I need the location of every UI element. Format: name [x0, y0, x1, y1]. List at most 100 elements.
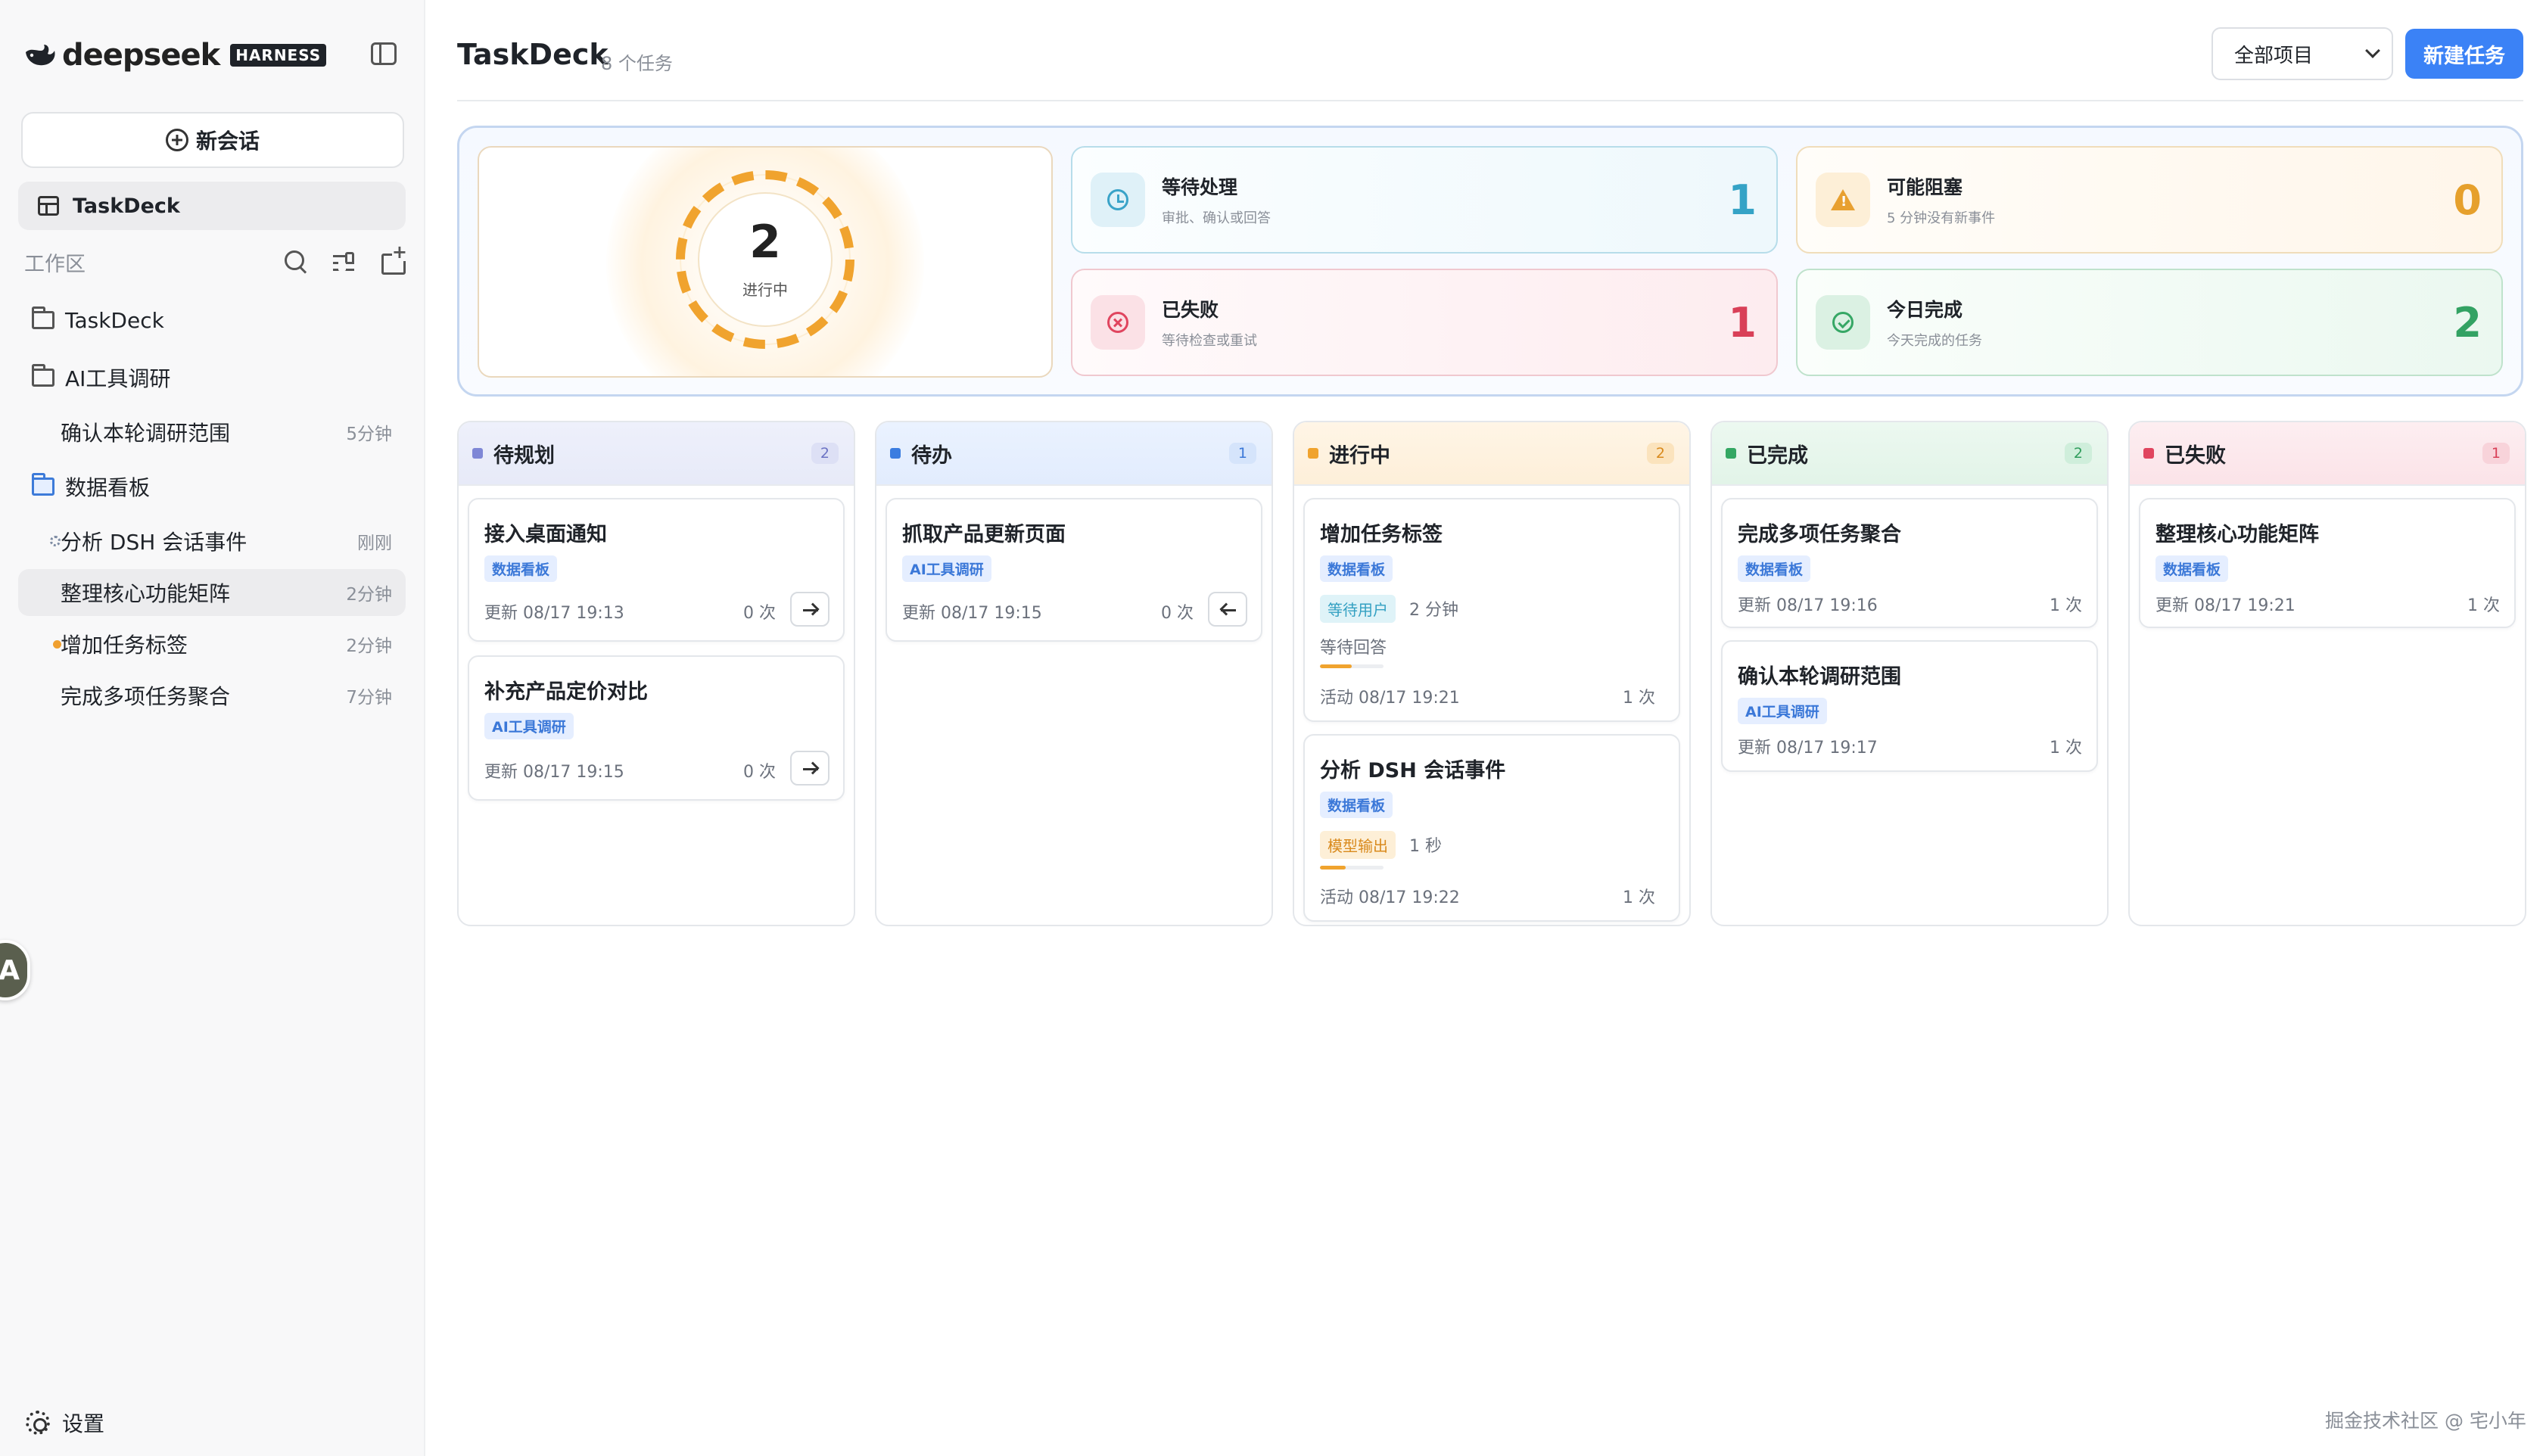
stat-value: 1	[1728, 298, 1757, 347]
task-run-count: 0 次	[743, 763, 776, 782]
progress-bar	[1320, 866, 1384, 870]
project-select[interactable]: 全部项目	[2212, 27, 2393, 80]
task-card[interactable]: 完成多项任务聚合 数据看板 更新 08/17 19:16 1 次	[1721, 498, 2098, 628]
tree-item-task[interactable]: 完成多项任务聚合 7分钟	[18, 672, 406, 719]
move-left-button[interactable]	[1208, 592, 1247, 627]
new-folder-icon[interactable]	[380, 243, 407, 275]
move-right-button[interactable]	[790, 751, 830, 786]
task-card[interactable]: 接入桌面通知 数据看板 更新 08/17 19:13 0 次	[468, 498, 845, 642]
tree-item-label: TaskDeck	[65, 307, 164, 333]
column-color-icon	[472, 448, 483, 459]
status-duration: 1 秒	[1409, 837, 1442, 856]
tree-item-label: 增加任务标签	[61, 633, 188, 658]
task-card[interactable]: 分析 DSH 会话事件 数据看板 模型输出 1 秒 活动 08/17 19:22…	[1303, 734, 1680, 922]
project-tag: 数据看板	[484, 555, 558, 582]
check-circle-icon	[1832, 312, 1854, 333]
move-right-button[interactable]	[790, 592, 830, 627]
tree-item-task-active[interactable]: 整理核心功能矩阵 2分钟	[18, 569, 406, 616]
tree-item-task[interactable]: 分析 DSH 会话事件 刚刚	[18, 518, 406, 565]
stat-card-failed[interactable]: 已失败 等待检查或重试 1	[1071, 269, 1778, 376]
table-icon	[38, 196, 59, 216]
new-chat-button[interactable]: 新会话	[21, 112, 404, 168]
clock-icon	[1107, 189, 1128, 210]
task-count: 8 个任务	[601, 53, 673, 74]
in-progress-ring-card: 2 进行中	[478, 146, 1053, 378]
task-card[interactable]: 抓取产品更新页面 AI工具调研 更新 08/17 19:15 0 次	[886, 498, 1262, 642]
stat-desc: 5 分钟没有新事件	[1887, 210, 1996, 226]
column-title: 待办	[911, 443, 952, 468]
task-activity: 活动 08/17 19:22	[1320, 888, 1460, 907]
stat-text: 等待处理 审批、确认或回答	[1162, 173, 1728, 227]
nav-item-taskdeck[interactable]: TaskDeck	[18, 182, 406, 230]
task-card[interactable]: 增加任务标签 数据看板 等待用户 2 分钟 等待回答 活动 08/17 19:2…	[1303, 498, 1680, 722]
avatar-letter: A	[0, 954, 20, 986]
tree-item-task[interactable]: 确认本轮调研范围 5分钟	[18, 409, 406, 456]
spinner-icon	[50, 536, 61, 546]
column-count: 1	[2482, 443, 2510, 464]
tree-item-time: 2分钟	[346, 636, 392, 656]
status-pill: 等待用户	[1320, 595, 1396, 623]
column-title: 待规划	[493, 443, 555, 468]
tree-folder-ai-research[interactable]: AI工具调研	[18, 354, 406, 401]
stat-card-blocked[interactable]: 可能阻塞 5 分钟没有新事件 0	[1796, 146, 2503, 254]
sidebar: deepseek HARNESS 新会话 TaskDeck 工作区 TaskDe…	[0, 0, 425, 1456]
task-title: 接入桌面通知	[484, 523, 607, 546]
task-title: 分析 DSH 会话事件	[1320, 759, 1506, 782]
x-circle-icon	[1107, 312, 1128, 333]
tree-folder-taskdeck[interactable]: TaskDeck	[18, 297, 406, 344]
stat-card-waiting[interactable]: 等待处理 审批、确认或回答 1	[1071, 146, 1778, 254]
task-card[interactable]: 补充产品定价对比 AI工具调研 更新 08/17 19:15 0 次	[468, 655, 845, 801]
new-task-button[interactable]: 新建任务	[2405, 29, 2523, 79]
folder-icon	[32, 473, 54, 496]
sidebar-collapse-icon[interactable]	[371, 42, 397, 65]
task-updated: 更新 08/17 19:17	[1738, 739, 1878, 758]
brand-name: deepseek	[62, 38, 220, 73]
column-header: 已失败 1	[2130, 422, 2525, 486]
column-header: 已完成 2	[1712, 422, 2107, 486]
progress-bar	[1320, 664, 1384, 668]
warning-icon	[1831, 189, 1855, 210]
brand-tag: HARNESS	[230, 44, 327, 67]
task-card[interactable]: 确认本轮调研范围 AI工具调研 更新 08/17 19:17 1 次	[1721, 640, 2098, 772]
task-title: 增加任务标签	[1320, 523, 1443, 546]
tree-item-time: 5分钟	[346, 425, 392, 444]
column-count: 1	[1228, 443, 1256, 464]
project-tag: 数据看板	[1320, 792, 1393, 818]
new-chat-label: 新会话	[195, 129, 260, 154]
stat-icon-box	[1816, 295, 1870, 350]
stat-text: 可能阻塞 5 分钟没有新事件	[1887, 173, 2453, 227]
stat-icon-box	[1816, 173, 1870, 227]
task-run-count: 1 次	[2050, 596, 2082, 615]
settings-button[interactable]: 设置	[26, 1408, 104, 1438]
stat-title: 已失败	[1162, 299, 1219, 321]
project-tag: 数据看板	[1738, 555, 1811, 582]
gear-icon	[26, 1411, 50, 1435]
tree-item-label: 数据看板	[65, 475, 151, 500]
task-card[interactable]: 整理核心功能矩阵 数据看板 更新 08/17 19:21 1 次	[2139, 498, 2516, 628]
tree-folder-dashboard[interactable]: 数据看板	[18, 463, 406, 510]
stat-card-done-today[interactable]: 今日完成 今天完成的任务 2	[1796, 269, 2503, 376]
filter-icon[interactable]	[331, 249, 357, 275]
nav-item-label: TaskDeck	[73, 194, 180, 218]
column-color-icon	[2143, 448, 2154, 459]
task-title: 完成多项任务聚合	[1738, 523, 1901, 546]
column-todo: 待办 1 抓取产品更新页面 AI工具调研 更新 08/17 19:15 0 次	[875, 421, 1273, 926]
project-tag: 数据看板	[1320, 555, 1393, 582]
in-progress-label: 进行中	[742, 281, 788, 299]
task-title: 补充产品定价对比	[484, 680, 648, 704]
task-updated: 更新 08/17 19:16	[1738, 596, 1878, 615]
stat-title: 等待处理	[1162, 176, 1238, 198]
column-in-progress: 进行中 2 增加任务标签 数据看板 等待用户 2 分钟 等待回答 活动 08/1…	[1293, 421, 1691, 926]
project-tag: AI工具调研	[1738, 698, 1827, 724]
brand[interactable]: deepseek HARNESS	[23, 36, 327, 74]
search-icon[interactable]	[283, 249, 309, 275]
stat-desc: 等待检查或重试	[1162, 333, 1257, 349]
tree-item-task[interactable]: 增加任务标签 2分钟	[18, 621, 406, 667]
stat-icon-box	[1091, 295, 1145, 350]
stat-text: 已失败 等待检查或重试	[1162, 295, 1728, 350]
column-planning: 待规划 2 接入桌面通知 数据看板 更新 08/17 19:13 0 次 补充产…	[457, 421, 855, 926]
project-tag: 数据看板	[2155, 555, 2229, 582]
column-color-icon	[1308, 448, 1318, 459]
column-done: 已完成 2 完成多项任务聚合 数据看板 更新 08/17 19:16 1 次 确…	[1710, 421, 2109, 926]
in-progress-count: 2	[749, 216, 781, 269]
